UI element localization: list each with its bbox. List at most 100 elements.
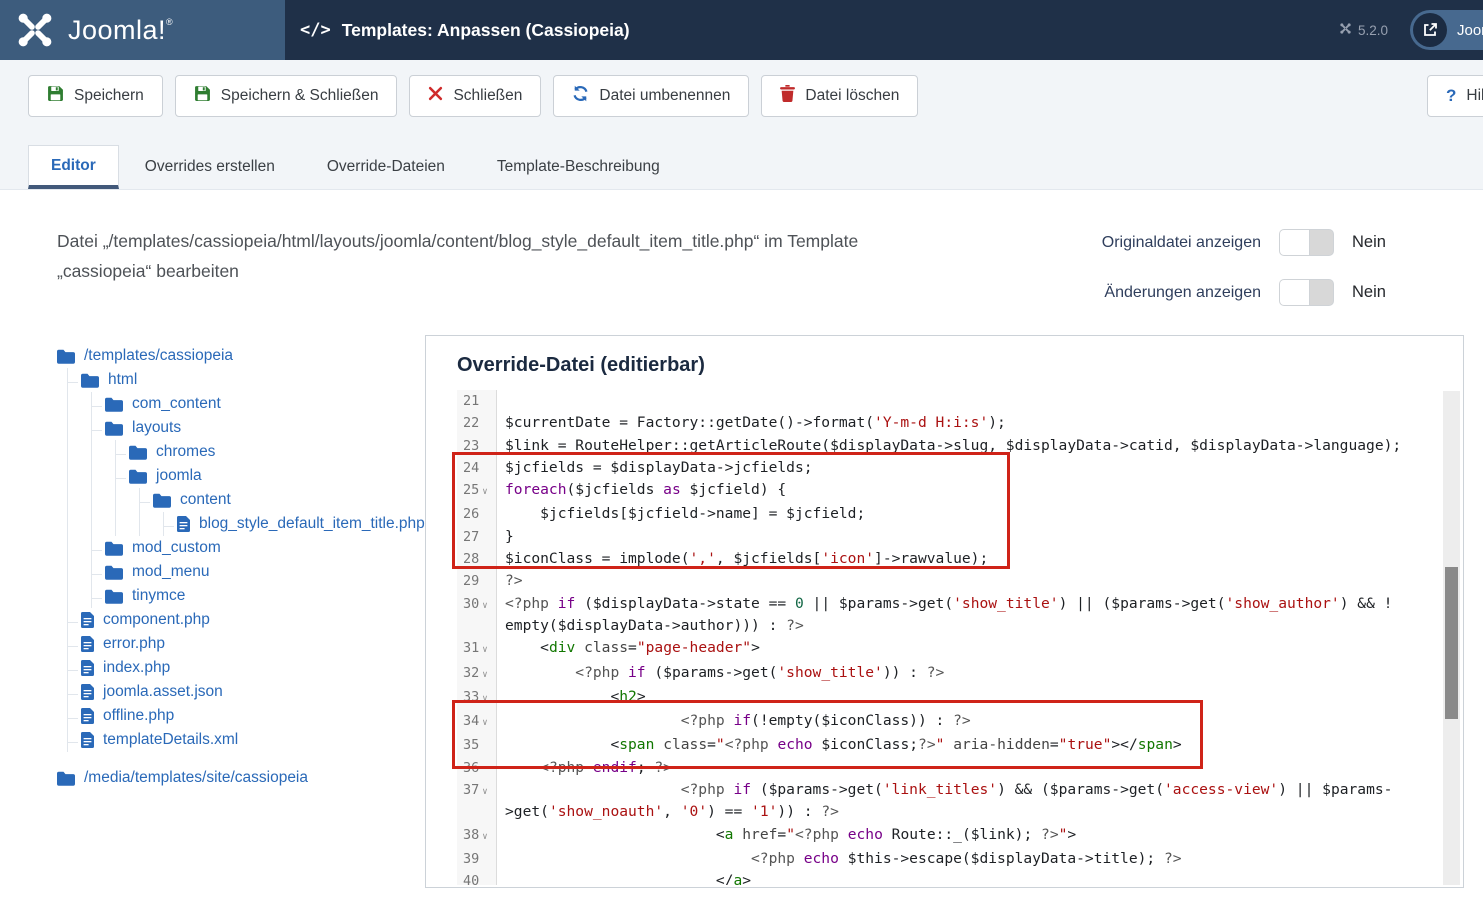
- tree-folder-layouts[interactable]: layouts: [105, 416, 425, 440]
- line-number: 37∨: [457, 779, 497, 824]
- code-editor[interactable]: 2122$currentDate = Factory::getDate()->f…: [457, 390, 1443, 885]
- tree-item-label: error.php: [103, 635, 165, 653]
- code-text[interactable]: <?php if(!empty($iconClass)) : ?>: [497, 710, 1443, 734]
- fold-arrow-icon[interactable]: ∨: [482, 670, 487, 680]
- tree-item-label: /templates/cassiopeia: [84, 347, 233, 365]
- folder-icon: [105, 565, 123, 580]
- code-text[interactable]: foreach($jcfields as $jcfield) {: [497, 479, 1443, 503]
- delete-file-button[interactable]: Datei löschen: [761, 75, 918, 117]
- tree-folder-joomla[interactable]: joomla: [129, 464, 425, 488]
- code-text[interactable]: <?php if ($displayData->state == 0 || $p…: [497, 593, 1443, 638]
- toggle-row-original-file: Originaldatei anzeigen Nein: [1031, 229, 1422, 256]
- rename-file-button[interactable]: Datei umbenennen: [553, 75, 749, 117]
- fold-arrow-icon[interactable]: ∨: [482, 787, 487, 797]
- code-text[interactable]: <span class="<?php echo $iconClass;?>" a…: [497, 734, 1443, 756]
- external-link-icon: [1413, 13, 1447, 47]
- save-close-button-label: Speichern & Schließen: [221, 87, 379, 105]
- line-number: 31∨: [457, 637, 497, 661]
- editor-scrollbar[interactable]: [1443, 391, 1460, 885]
- code-text[interactable]: $jcfields = $displayData->jcfields;: [497, 457, 1443, 479]
- original-file-toggle[interactable]: [1279, 229, 1334, 256]
- fold-arrow-icon[interactable]: ∨: [482, 601, 487, 611]
- version-number: 5.2.0: [1358, 23, 1388, 38]
- fold-arrow-icon[interactable]: ∨: [482, 645, 487, 655]
- code-text[interactable]: <div class="page-header">: [497, 637, 1443, 661]
- account-button[interactable]: Joomla: [1410, 10, 1483, 50]
- code-text[interactable]: [497, 390, 1443, 412]
- tree-file-index-php[interactable]: index.php: [81, 656, 425, 680]
- fold-arrow-icon[interactable]: ∨: [482, 832, 487, 842]
- code-line-28: 28$iconClass = implode(',', $jcfields['i…: [457, 548, 1443, 570]
- tab-template-beschreibung[interactable]: Template-Beschreibung: [471, 145, 686, 189]
- show-changes-toggle[interactable]: [1279, 279, 1334, 306]
- fold-arrow-icon[interactable]: ∨: [482, 718, 487, 728]
- code-text[interactable]: $link = RouteHelper::getArticleRoute($di…: [497, 435, 1443, 457]
- file-edit-heading-line2: „cassiopeia“ bearbeiten: [57, 256, 1017, 286]
- tree-folder-content[interactable]: content: [153, 488, 425, 512]
- code-text[interactable]: $currentDate = Factory::getDate()->forma…: [497, 412, 1443, 434]
- tree-file-templatedetails-xml[interactable]: templateDetails.xml: [81, 728, 425, 752]
- question-mark-icon: ?: [1446, 86, 1456, 106]
- tree-folder-html[interactable]: html: [81, 368, 425, 392]
- code-text[interactable]: }: [497, 526, 1443, 548]
- tree-folder-com-content[interactable]: com_content: [105, 392, 425, 416]
- help-button[interactable]: ? Hilfe: [1427, 75, 1483, 117]
- line-number: 28: [457, 548, 497, 570]
- line-number: 23: [457, 435, 497, 457]
- file-icon: [81, 636, 94, 652]
- code-icon: </>: [300, 20, 331, 40]
- tab-override-dateien[interactable]: Override-Dateien: [301, 145, 471, 189]
- code-text[interactable]: <?php echo $this->escape($displayData->t…: [497, 848, 1443, 870]
- code-line-40: 40 </a>: [457, 870, 1443, 885]
- code-text[interactable]: <?php if ($params->get('show_title')) : …: [497, 662, 1443, 686]
- override-editor-panel: Override-Datei (editierbar) 2122$current…: [425, 335, 1464, 888]
- tree-file-blog-style-default-item-title-php[interactable]: blog_style_default_item_title.php: [177, 512, 425, 536]
- toggle-knob: [1280, 280, 1310, 305]
- fold-arrow-icon[interactable]: ∨: [482, 694, 487, 704]
- tab-overrides-erstellen[interactable]: Overrides erstellen: [119, 145, 301, 189]
- file-edit-heading-line1: Datei „/templates/cassiopeia/html/layout…: [57, 226, 1017, 256]
- editor-scrollbar-thumb[interactable]: [1445, 567, 1458, 719]
- tree-file-joomla-asset-json[interactable]: joomla.asset.json: [81, 680, 425, 704]
- save-close-button[interactable]: Speichern & Schließen: [175, 75, 398, 117]
- line-number: 33∨: [457, 686, 497, 710]
- tree-folder-mod-menu[interactable]: mod_menu: [105, 560, 425, 584]
- code-text[interactable]: </a>: [497, 870, 1443, 885]
- tree-file-component-php[interactable]: component.php: [81, 608, 425, 632]
- code-text[interactable]: <?php endif; ?>: [497, 757, 1443, 779]
- close-button[interactable]: Schließen: [409, 75, 541, 117]
- code-text[interactable]: <h2>: [497, 686, 1443, 710]
- delete-file-button-label: Datei löschen: [805, 87, 899, 105]
- code-text[interactable]: <a href="<?php echo Route::_($link); ?>"…: [497, 824, 1443, 848]
- code-text[interactable]: $jcfields[$jcfield->name] = $jcfield;: [497, 503, 1443, 525]
- tab-editor[interactable]: Editor: [28, 145, 119, 189]
- line-number: 38∨: [457, 824, 497, 848]
- code-text[interactable]: ?>: [497, 570, 1443, 592]
- tree-folder--media-templates-site-cassiopeia[interactable]: /media/templates/site/cassiopeia: [57, 766, 425, 790]
- fold-arrow-icon[interactable]: ∨: [482, 487, 487, 497]
- tree-folder--templates-cassiopeia[interactable]: /templates/cassiopeia: [57, 344, 425, 368]
- original-file-toggle-value: Nein: [1352, 233, 1422, 252]
- save-button[interactable]: Speichern: [28, 75, 163, 117]
- tree-file-error-php[interactable]: error.php: [81, 632, 425, 656]
- tree-folder-chromes[interactable]: chromes: [129, 440, 425, 464]
- code-line-37: 37∨ <?php if ($params->get('link_titles'…: [457, 779, 1443, 824]
- original-file-toggle-label: Originaldatei anzeigen: [1031, 234, 1261, 252]
- code-line-36: 36 <?php endif; ?>: [457, 757, 1443, 779]
- code-line-27: 27}: [457, 526, 1443, 548]
- help-button-label: Hilfe: [1466, 87, 1483, 105]
- line-number: 34∨: [457, 710, 497, 734]
- line-number: 25∨: [457, 479, 497, 503]
- folder-icon: [105, 589, 123, 604]
- code-text[interactable]: $iconClass = implode(',', $jcfields['ico…: [497, 548, 1443, 570]
- code-line-22: 22$currentDate = Factory::getDate()->for…: [457, 412, 1443, 434]
- code-text[interactable]: <?php if ($params->get('link_titles') &&…: [497, 779, 1443, 824]
- code-line-33: 33∨ <h2>: [457, 686, 1443, 710]
- line-number: 32∨: [457, 662, 497, 686]
- tree-folder-mod-custom[interactable]: mod_custom: [105, 536, 425, 560]
- tree-folder-tinymce[interactable]: tinymce: [105, 584, 425, 608]
- file-icon: [81, 612, 94, 628]
- tree-item-label: mod_menu: [132, 563, 210, 581]
- tree-file-offline-php[interactable]: offline.php: [81, 704, 425, 728]
- brand-wordmark: Joomla!®: [68, 15, 173, 46]
